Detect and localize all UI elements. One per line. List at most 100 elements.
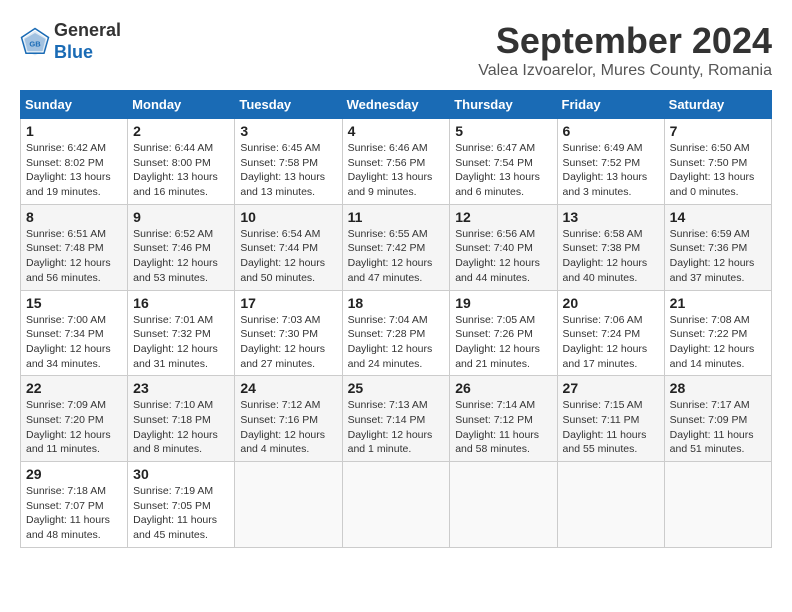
calendar-cell: 12Sunrise: 6:56 AM Sunset: 7:40 PM Dayli… — [450, 204, 557, 290]
day-info: Sunrise: 6:54 AM Sunset: 7:44 PM Dayligh… — [240, 227, 336, 286]
day-number: 26 — [455, 380, 551, 396]
day-number: 12 — [455, 209, 551, 225]
calendar-cell: 4 Sunrise: 6:46 AM Sunset: 7:56 PM Daylig… — [342, 119, 450, 205]
day-info: Sunrise: 6:59 AM Sunset: 7:36 PM Dayligh… — [670, 227, 766, 286]
day-number: 5 — [455, 123, 551, 139]
day-number: 13 — [563, 209, 659, 225]
day-info: Sunrise: 7:06 AM Sunset: 7:24 PM Dayligh… — [563, 313, 659, 372]
day-info: Sunrise: 7:17 AM Sunset: 7:09 PM Dayligh… — [670, 398, 766, 457]
day-info: Sunrise: 6:44 AM Sunset: 8:00 PM Dayligh… — [133, 141, 229, 200]
calendar-table: SundayMondayTuesdayWednesdayThursdayFrid… — [20, 90, 772, 548]
logo-blue-text: Blue — [54, 42, 121, 64]
day-number: 28 — [670, 380, 766, 396]
day-info: Sunrise: 7:05 AM Sunset: 7:26 PM Dayligh… — [455, 313, 551, 372]
calendar-cell: 9 Sunrise: 6:52 AM Sunset: 7:46 PM Daylig… — [128, 204, 235, 290]
day-number: 3 — [240, 123, 336, 139]
calendar-cell: 16 Sunrise: 7:01 AM Sunset: 7:32 PM Dayli… — [128, 290, 235, 376]
calendar-cell: 17Sunrise: 7:03 AM Sunset: 7:30 PM Dayli… — [235, 290, 342, 376]
calendar-cell: 28 Sunrise: 7:17 AM Sunset: 7:09 PM Dayli… — [664, 376, 771, 462]
location-title: Valea Izvoarelor, Mures County, Romania — [478, 62, 772, 80]
calendar-cell — [342, 462, 450, 548]
logo-icon: GB — [20, 27, 50, 57]
day-number: 11 — [348, 209, 445, 225]
day-info: Sunrise: 7:12 AM Sunset: 7:16 PM Dayligh… — [240, 398, 336, 457]
day-info: Sunrise: 6:45 AM Sunset: 7:58 PM Dayligh… — [240, 141, 336, 200]
calendar-cell: 8 Sunrise: 6:51 AM Sunset: 7:48 PM Daylig… — [21, 204, 128, 290]
day-number: 23 — [133, 380, 229, 396]
day-info: Sunrise: 6:55 AM Sunset: 7:42 PM Dayligh… — [348, 227, 445, 286]
day-info: Sunrise: 7:01 AM Sunset: 7:32 PM Dayligh… — [133, 313, 229, 372]
calendar-cell: 2 Sunrise: 6:44 AM Sunset: 8:00 PM Daylig… — [128, 119, 235, 205]
day-number: 18 — [348, 295, 445, 311]
day-info: Sunrise: 6:42 AM Sunset: 8:02 PM Dayligh… — [26, 141, 122, 200]
day-info: Sunrise: 7:13 AM Sunset: 7:14 PM Dayligh… — [348, 398, 445, 457]
day-number: 1 — [26, 123, 122, 139]
day-number: 16 — [133, 295, 229, 311]
day-info: Sunrise: 6:46 AM Sunset: 7:56 PM Dayligh… — [348, 141, 445, 200]
day-info: Sunrise: 7:19 AM Sunset: 7:05 PM Dayligh… — [133, 484, 229, 543]
calendar-cell: 10 Sunrise: 6:54 AM Sunset: 7:44 PM Dayli… — [235, 204, 342, 290]
calendar-cell: 18Sunrise: 7:04 AM Sunset: 7:28 PM Dayli… — [342, 290, 450, 376]
calendar-cell: 11 Sunrise: 6:55 AM Sunset: 7:42 PM Dayli… — [342, 204, 450, 290]
day-info: Sunrise: 7:18 AM Sunset: 7:07 PM Dayligh… — [26, 484, 122, 543]
day-number: 20 — [563, 295, 659, 311]
day-info: Sunrise: 6:47 AM Sunset: 7:54 PM Dayligh… — [455, 141, 551, 200]
calendar-cell: 25Sunrise: 7:13 AM Sunset: 7:14 PM Dayli… — [342, 376, 450, 462]
calendar-cell: 5 Sunrise: 6:47 AM Sunset: 7:54 PM Daylig… — [450, 119, 557, 205]
calendar-cell: 15 Sunrise: 7:00 AM Sunset: 7:34 PM Dayli… — [21, 290, 128, 376]
day-number: 10 — [240, 209, 336, 225]
day-number: 4 — [348, 123, 445, 139]
calendar-header-saturday: Saturday — [664, 91, 771, 119]
calendar-cell: 1 Sunrise: 6:42 AM Sunset: 8:02 PM Daylig… — [21, 119, 128, 205]
calendar-week-row: 22 Sunrise: 7:09 AM Sunset: 7:20 PM Dayli… — [21, 376, 772, 462]
calendar-header-sunday: Sunday — [21, 91, 128, 119]
calendar-week-row: 29 Sunrise: 7:18 AM Sunset: 7:07 PM Dayli… — [21, 462, 772, 548]
day-info: Sunrise: 7:00 AM Sunset: 7:34 PM Dayligh… — [26, 313, 122, 372]
day-info: Sunrise: 7:14 AM Sunset: 7:12 PM Dayligh… — [455, 398, 551, 457]
calendar-cell: 14Sunrise: 6:59 AM Sunset: 7:36 PM Dayli… — [664, 204, 771, 290]
calendar-cell: 3 Sunrise: 6:45 AM Sunset: 7:58 PM Daylig… — [235, 119, 342, 205]
calendar-cell: 20 Sunrise: 7:06 AM Sunset: 7:24 PM Dayli… — [557, 290, 664, 376]
day-number: 2 — [133, 123, 229, 139]
calendar-week-row: 8 Sunrise: 6:51 AM Sunset: 7:48 PM Daylig… — [21, 204, 772, 290]
day-number: 6 — [563, 123, 659, 139]
day-info: Sunrise: 6:58 AM Sunset: 7:38 PM Dayligh… — [563, 227, 659, 286]
calendar-header-row: SundayMondayTuesdayWednesdayThursdayFrid… — [21, 91, 772, 119]
calendar-cell: 13 Sunrise: 6:58 AM Sunset: 7:38 PM Dayli… — [557, 204, 664, 290]
day-number: 15 — [26, 295, 122, 311]
day-number: 27 — [563, 380, 659, 396]
day-info: Sunrise: 6:52 AM Sunset: 7:46 PM Dayligh… — [133, 227, 229, 286]
day-number: 24 — [240, 380, 336, 396]
calendar-cell: 7 Sunrise: 6:50 AM Sunset: 7:50 PM Daylig… — [664, 119, 771, 205]
day-number: 8 — [26, 209, 122, 225]
svg-text:GB: GB — [29, 39, 41, 48]
day-info: Sunrise: 6:50 AM Sunset: 7:50 PM Dayligh… — [670, 141, 766, 200]
calendar-header-tuesday: Tuesday — [235, 91, 342, 119]
calendar-header-wednesday: Wednesday — [342, 91, 450, 119]
month-title: September 2024 — [478, 20, 772, 62]
day-number: 9 — [133, 209, 229, 225]
calendar-cell — [235, 462, 342, 548]
calendar-header-friday: Friday — [557, 91, 664, 119]
day-number: 22 — [26, 380, 122, 396]
day-number: 7 — [670, 123, 766, 139]
logo-general-text: General — [54, 20, 121, 42]
calendar-cell: 23 Sunrise: 7:10 AM Sunset: 7:18 PM Dayli… — [128, 376, 235, 462]
day-number: 29 — [26, 466, 122, 482]
day-info: Sunrise: 7:08 AM Sunset: 7:22 PM Dayligh… — [670, 313, 766, 372]
logo: GB General Blue — [20, 20, 121, 63]
day-info: Sunrise: 7:10 AM Sunset: 7:18 PM Dayligh… — [133, 398, 229, 457]
calendar-body: 1 Sunrise: 6:42 AM Sunset: 8:02 PM Daylig… — [21, 119, 772, 548]
day-info: Sunrise: 6:51 AM Sunset: 7:48 PM Dayligh… — [26, 227, 122, 286]
day-number: 30 — [133, 466, 229, 482]
day-info: Sunrise: 7:09 AM Sunset: 7:20 PM Dayligh… — [26, 398, 122, 457]
day-info: Sunrise: 7:03 AM Sunset: 7:30 PM Dayligh… — [240, 313, 336, 372]
calendar-cell: 27Sunrise: 7:15 AM Sunset: 7:11 PM Dayli… — [557, 376, 664, 462]
calendar-cell: 26 Sunrise: 7:14 AM Sunset: 7:12 PM Dayli… — [450, 376, 557, 462]
day-number: 19 — [455, 295, 551, 311]
page-header: GB General Blue September 2024 Valea Izv… — [20, 20, 772, 80]
calendar-cell: 21Sunrise: 7:08 AM Sunset: 7:22 PM Dayli… — [664, 290, 771, 376]
calendar-cell: 6Sunrise: 6:49 AM Sunset: 7:52 PM Daylig… — [557, 119, 664, 205]
title-area: September 2024 Valea Izvoarelor, Mures C… — [478, 20, 772, 80]
calendar-cell: 19 Sunrise: 7:05 AM Sunset: 7:26 PM Dayli… — [450, 290, 557, 376]
